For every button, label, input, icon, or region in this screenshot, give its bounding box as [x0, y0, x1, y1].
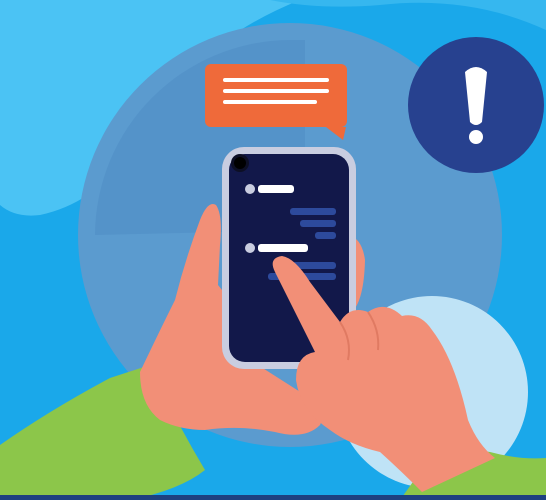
illustration-scene — [0, 0, 546, 500]
bottom-bar — [0, 495, 546, 500]
phone-alert-illustration — [0, 0, 546, 500]
